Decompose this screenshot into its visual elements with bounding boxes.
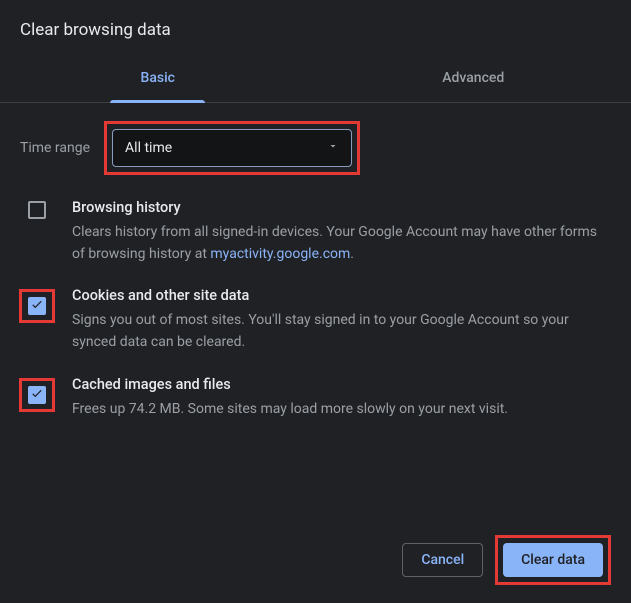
check-icon xyxy=(30,297,44,315)
option-title: Cached images and files xyxy=(72,376,607,393)
option-title: Cookies and other site data xyxy=(72,287,607,304)
highlight-cache-checkbox xyxy=(19,378,55,412)
option-desc: Clears history from all signed-in device… xyxy=(72,222,607,265)
option-title: Browsing history xyxy=(72,199,607,216)
option-desc: Frees up 74.2 MB. Some sites may load mo… xyxy=(72,399,607,421)
option-cookies: Cookies and other site data Signs you ou… xyxy=(20,287,611,353)
checkbox-cookies[interactable] xyxy=(28,297,46,315)
tab-advanced[interactable]: Advanced xyxy=(316,56,631,102)
myactivity-link[interactable]: myactivity.google.com xyxy=(210,246,350,262)
clear-browsing-data-dialog: Clear browsing data Basic Advanced Time … xyxy=(0,0,631,420)
cancel-button[interactable]: Cancel xyxy=(402,543,483,577)
option-cache: Cached images and files Frees up 74.2 MB… xyxy=(20,376,611,421)
time-range-label: Time range xyxy=(20,140,90,156)
chevron-down-icon xyxy=(327,140,339,156)
tab-basic[interactable]: Basic xyxy=(0,56,316,102)
option-desc: Signs you out of most sites. You'll stay… xyxy=(72,310,607,353)
highlight-time-range: All time xyxy=(104,121,360,175)
checkbox-cache[interactable] xyxy=(28,386,46,404)
time-range-select[interactable]: All time xyxy=(112,129,352,167)
dialog-footer: Cancel Clear data xyxy=(402,535,611,585)
option-browsing-history: Browsing history Clears history from all… xyxy=(20,199,611,265)
highlight-clear-button: Clear data xyxy=(495,535,611,585)
highlight-cookies-checkbox xyxy=(19,289,55,323)
checkbox-browsing-history[interactable] xyxy=(28,201,46,219)
dialog-title: Clear browsing data xyxy=(0,0,631,54)
time-range-value: All time xyxy=(125,140,172,156)
check-icon xyxy=(30,386,44,404)
clear-data-button[interactable]: Clear data xyxy=(503,543,603,577)
tabs: Basic Advanced xyxy=(0,56,631,103)
